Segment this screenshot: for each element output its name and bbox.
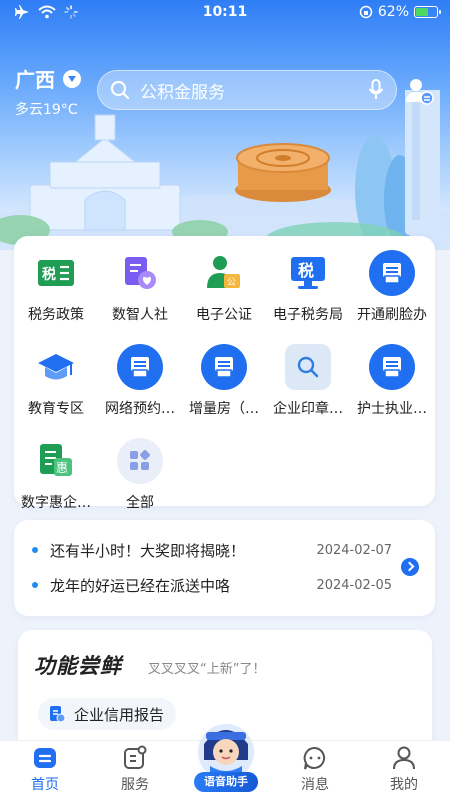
news-title: 还有半小时！大奖即将揭晓！ [50, 541, 246, 560]
svg-text:税: 税 [42, 266, 56, 283]
news-item[interactable]: 还有半小时！大奖即将揭晓！ 2024-02-07 [32, 539, 392, 561]
tab-messages[interactable]: 消息 [285, 745, 345, 794]
service-tax-policy[interactable]: 税 税务政策 [14, 250, 98, 324]
section-subtitle: 叉叉叉叉“上新”了！ [148, 662, 266, 677]
rotation-lock-icon [359, 5, 373, 19]
svg-text:惠: 惠 [56, 461, 68, 475]
service-company-seal[interactable]: 企业印章… [266, 344, 350, 418]
search-icon [285, 344, 331, 390]
voice-assistant-label: 语音助手 [194, 772, 258, 792]
news-date: 2024-02-05 [316, 577, 392, 593]
service-label: 企业印章… [273, 401, 343, 417]
service-education[interactable]: 教育专区 [14, 344, 98, 418]
microphone-icon[interactable] [368, 79, 384, 101]
graduation-cap-icon [33, 344, 79, 390]
battery-level [416, 8, 428, 16]
tax-bureau-icon: 税 [285, 250, 331, 296]
news-date: 2024-02-07 [316, 542, 392, 558]
tab-label: 我的 [390, 777, 418, 793]
home-icon [34, 748, 56, 768]
news-title: 龙年的好运已经在派送中咯 [50, 576, 231, 595]
benefit-icon: 惠 [33, 438, 79, 484]
message-icon [303, 746, 326, 770]
chevron-down-icon[interactable] [63, 69, 81, 88]
service-e-notary[interactable]: 公 电子公证 [182, 250, 266, 324]
search-icon [110, 80, 130, 100]
service-label: 护士执业… [357, 401, 427, 417]
service-label: 增量房（… [189, 401, 259, 417]
report-icon [50, 706, 66, 723]
service-label: 开通刷脸办 [357, 307, 427, 323]
service-label: 电子税务局 [273, 307, 343, 323]
battery-icon [414, 6, 441, 18]
tab-profile[interactable]: 我的 [374, 745, 434, 794]
bronze-drum-icon [235, 143, 331, 202]
location-selector[interactable]: 广西 多云19°C [15, 64, 81, 119]
hero-header: 10:11 62% 广西 多云19°C 公积金服务 [0, 0, 450, 250]
notary-icon: 公 [201, 250, 247, 296]
service-label: 电子公证 [196, 307, 252, 323]
search-bar[interactable]: 公积金服务 [97, 70, 397, 110]
printer-icon [117, 344, 163, 390]
service-digital-benefit[interactable]: 惠 数字惠企… [14, 438, 98, 512]
svg-text:公: 公 [227, 277, 236, 288]
tab-label: 服务 [121, 777, 149, 793]
printer-icon [369, 250, 415, 296]
service-label: 全部 [126, 495, 154, 511]
news-card: 还有半小时！大奖即将揭晓！ 2024-02-07 龙年的好运已经在派送中咯 20… [14, 520, 435, 616]
tab-home[interactable]: 首页 [15, 745, 75, 794]
service-all[interactable]: 全部 [98, 438, 182, 512]
service-nurse-license[interactable]: 护士执业… [350, 344, 434, 418]
service-face-auth[interactable]: 开通刷脸办 [350, 250, 434, 324]
service-label: 税务政策 [28, 307, 84, 323]
user-account-icon[interactable] [404, 76, 434, 106]
tab-service[interactable]: 服务 [105, 745, 165, 794]
credit-report-chip[interactable]: 企业信用报告 [38, 698, 177, 730]
voice-assistant-button[interactable]: 语音助手 [190, 716, 262, 800]
service-new-housing[interactable]: 增量房（… [182, 344, 266, 418]
service-label: 数智人社 [112, 307, 168, 323]
social-security-icon [117, 250, 163, 296]
grid-icon [117, 438, 163, 484]
chevron-right-icon[interactable] [401, 558, 419, 576]
chip-label: 企业信用报告 [74, 705, 165, 724]
tab-label: 首页 [31, 777, 59, 793]
assistant-avatar-icon [198, 724, 254, 780]
battery-percent: 62% [377, 4, 409, 20]
search-input[interactable]: 公积金服务 [140, 78, 368, 103]
tab-label: 消息 [301, 777, 329, 793]
services-grid: 税 税务政策 数智人社 公 电子公证 税 电子税务局 开通刷脸办 教育专区 网络… [14, 250, 435, 512]
service-smart-hr[interactable]: 数智人社 [98, 250, 182, 324]
bullet-dot [32, 547, 38, 553]
printer-icon [201, 344, 247, 390]
service-icon [124, 745, 147, 769]
section-title: 功能尝鲜 [34, 654, 122, 678]
bullet-dot [32, 582, 38, 588]
profile-icon [393, 746, 415, 770]
tax-policy-icon: 税 [33, 250, 79, 296]
city-name: 广西 [15, 68, 55, 92]
news-item[interactable]: 龙年的好运已经在派送中咯 2024-02-05 [32, 574, 392, 596]
service-label: 数字惠企… [21, 495, 91, 511]
printer-icon [369, 344, 415, 390]
service-online-booking[interactable]: 网络预约… [98, 344, 182, 418]
service-e-tax-bureau[interactable]: 税 电子税务局 [266, 250, 350, 324]
status-bar: 10:11 62% [0, 0, 450, 26]
svg-text:税: 税 [298, 261, 314, 280]
weather-text: 多云19°C [15, 102, 78, 118]
service-label: 网络预约… [105, 401, 175, 417]
service-label: 教育专区 [28, 401, 84, 417]
services-card: 税 税务政策 数智人社 公 电子公证 税 电子税务局 开通刷脸办 教育专区 网络… [14, 236, 435, 511]
